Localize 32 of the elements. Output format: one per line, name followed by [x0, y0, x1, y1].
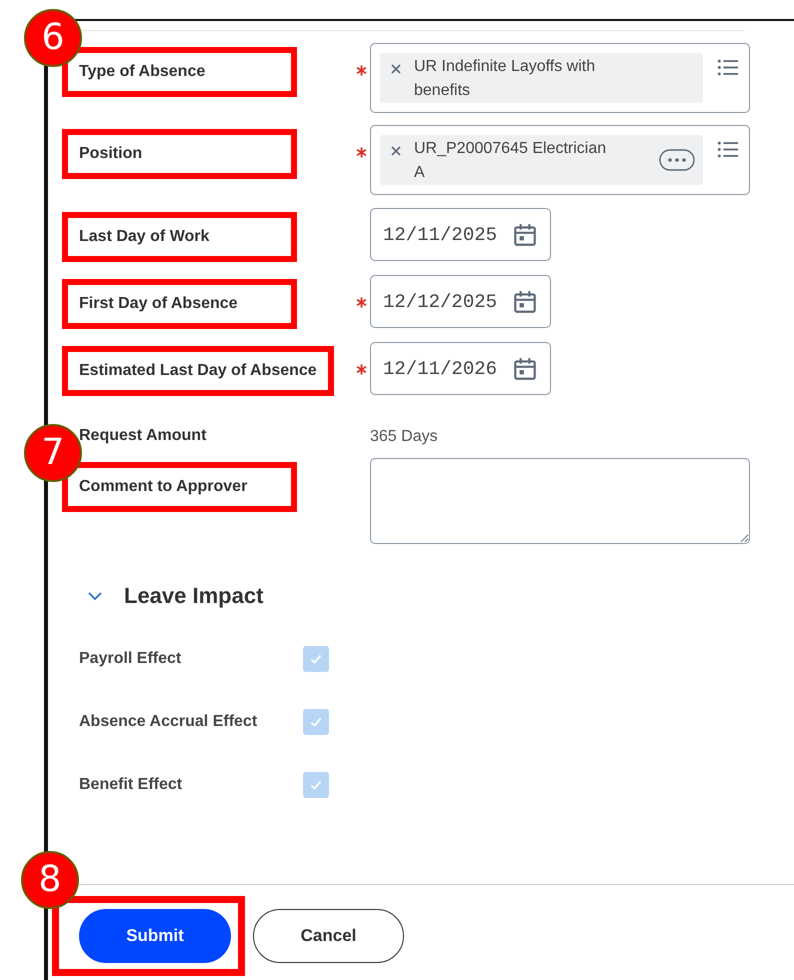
remove-icon[interactable] [390, 145, 402, 157]
cancel-button[interactable]: Cancel [253, 909, 404, 963]
prompt-field[interactable]: UR_P20007645 Electrician A [370, 125, 750, 195]
calendar-icon[interactable] [512, 222, 538, 248]
remove-icon[interactable] [390, 63, 402, 75]
field-label: Estimated Last Day of Absence [79, 362, 317, 380]
chevron-icon[interactable] [88, 592, 102, 600]
field-label: Position [79, 145, 144, 163]
chip-text: UR_P20007645 Electrician A [414, 139, 608, 183]
date-field[interactable]: 12/11/2025 [370, 208, 551, 261]
step-marker: 8 [21, 851, 79, 909]
submit-button[interactable]: Submit [79, 909, 231, 963]
field-label: Last Day of Work [79, 228, 210, 246]
list-icon[interactable] [717, 58, 739, 77]
field-label: Type of Absence [79, 63, 206, 81]
calendar-icon[interactable] [512, 288, 538, 314]
date-field[interactable]: 12/12/2025 [370, 275, 551, 328]
calendar-icon[interactable] [512, 356, 538, 382]
field-value: 365 Days [370, 427, 439, 446]
chip-text: UR Indefinite Layoffs with benefits [414, 57, 596, 101]
section-title: Leave Impact [124, 583, 264, 609]
prompt-field[interactable]: UR Indefinite Layoffs with benefits [370, 43, 750, 113]
checkbox-label: Absence Accrual Effect [79, 713, 258, 731]
date-field[interactable]: 12/11/2026 [370, 342, 551, 395]
checkbox-label: Benefit Effect [79, 776, 184, 794]
field-label: First Day of Absence [79, 295, 239, 313]
list-icon[interactable] [717, 140, 739, 159]
more-icon[interactable] [659, 149, 695, 171]
checkbox-label: Payroll Effect [79, 650, 182, 668]
field-label: Request Amount [79, 427, 206, 445]
field-label: Comment to Approver [79, 478, 248, 496]
comment-field[interactable] [370, 458, 750, 544]
